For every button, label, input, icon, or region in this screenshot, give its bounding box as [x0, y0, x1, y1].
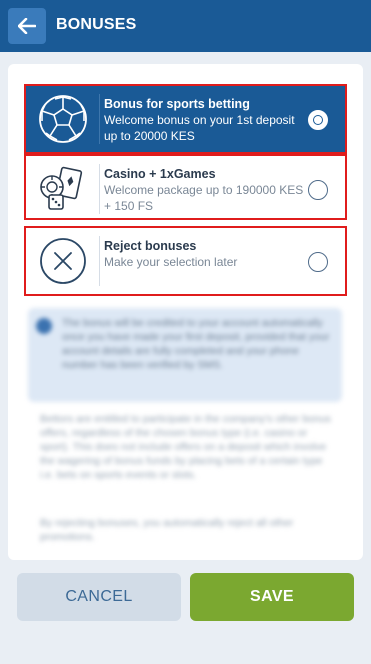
arrow-left-icon	[18, 18, 36, 34]
save-button[interactable]: SAVE	[190, 573, 354, 621]
option-title: Reject bonuses	[104, 239, 197, 253]
radio-casino-bonus[interactable]	[308, 180, 328, 200]
option-divider	[99, 94, 100, 144]
radio-sports-bonus[interactable]	[308, 110, 328, 130]
option-divider	[99, 164, 100, 214]
info-icon	[36, 318, 52, 334]
radio-reject-bonuses[interactable]	[308, 252, 328, 272]
option-title: Bonus for sports betting	[104, 97, 250, 111]
option-subtitle: Make your selection later	[104, 255, 238, 269]
option-sports-bonus[interactable]: Bonus for sports betting Welcome bonus o…	[26, 86, 346, 152]
option-subtitle: Welcome package up to 190000 KES + 150 F…	[104, 183, 304, 213]
close-circle-icon	[34, 232, 92, 290]
casino-cards-dice-icon	[34, 160, 92, 218]
option-divider	[99, 236, 100, 286]
option-reject-bonuses[interactable]: Reject bonuses Make your selection later	[26, 228, 346, 294]
header-bar: BONUSES	[0, 0, 371, 52]
option-subtitle: Welcome bonus on your 1st deposit up to …	[104, 113, 295, 143]
soccer-ball-icon	[34, 90, 92, 148]
page-title: BONUSES	[56, 16, 137, 33]
cancel-button[interactable]: CANCEL	[17, 573, 181, 621]
back-button[interactable]	[8, 8, 46, 44]
info-box: The bonus will be credited to your accou…	[28, 308, 342, 402]
terms-note: By rejecting bonuses, you automatically …	[40, 517, 294, 543]
footer-bar: CANCEL SAVE	[0, 564, 371, 664]
option-title: Casino + 1xGames	[104, 167, 216, 181]
terms-note: Bettors are entitled to participate in t…	[40, 413, 331, 481]
info-text: The bonus will be credited to your accou…	[62, 317, 330, 371]
option-casino-bonus[interactable]: Casino + 1xGames Welcome package up to 1…	[26, 156, 346, 222]
